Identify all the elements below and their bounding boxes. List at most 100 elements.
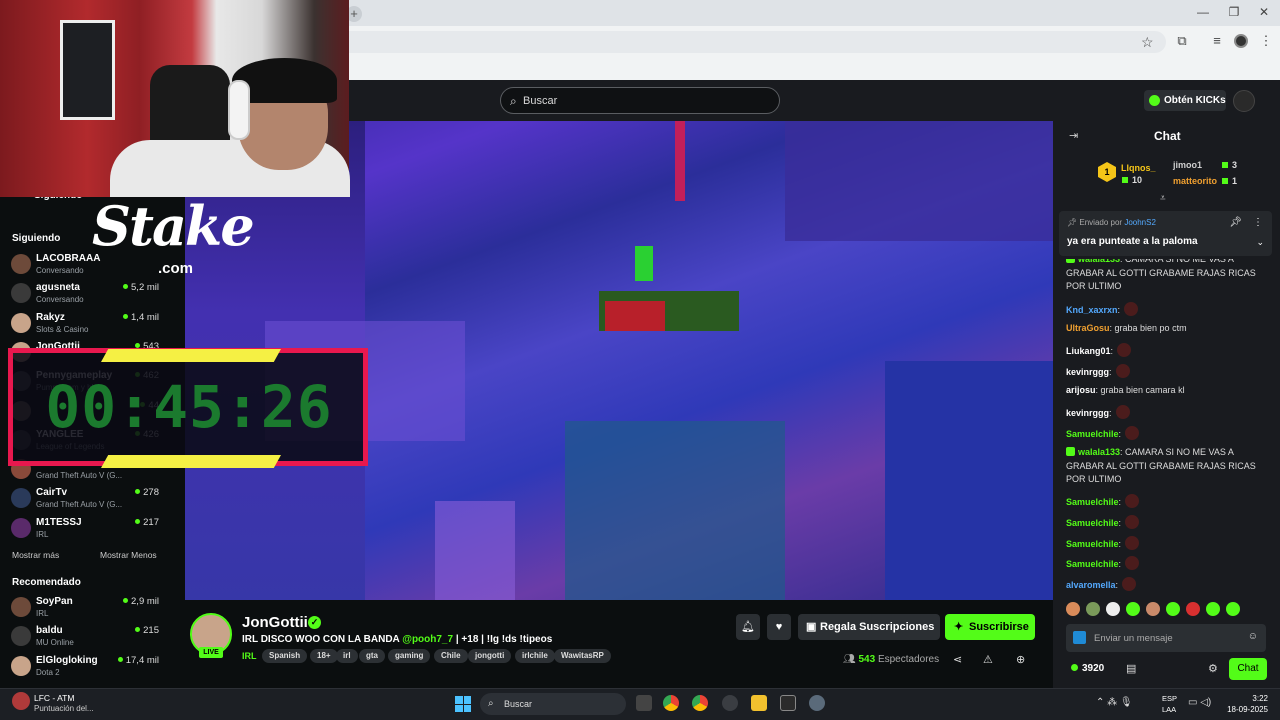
recommended-item[interactable]: baldu MU Online 215 bbox=[0, 622, 167, 651]
streamer-name[interactable]: JonGottii bbox=[242, 614, 308, 631]
search-box[interactable]: ⌕ Buscar bbox=[500, 87, 780, 114]
bookmark-star-icon[interactable]: ☆ bbox=[1141, 34, 1154, 51]
close-window-button[interactable]: ✕ bbox=[1254, 4, 1274, 20]
clock-time[interactable]: 3:22 bbox=[1222, 694, 1268, 703]
chat-username[interactable]: Samuelchile bbox=[1066, 518, 1119, 528]
following-item[interactable]: M1TESSJ IRL 217 bbox=[0, 514, 167, 543]
tray-icons[interactable]: ⌃ ⁂ 🎙︎ bbox=[1096, 697, 1133, 708]
show-less-link[interactable]: Mostrar Menos bbox=[100, 550, 157, 560]
gift-subs-button[interactable]: ▣ Regala Suscripciones bbox=[798, 614, 940, 640]
get-kicks-button[interactable]: Obtén KICKs bbox=[1144, 90, 1226, 111]
stream-tag[interactable]: jongotti bbox=[468, 649, 512, 663]
media-icon[interactable]: ≡ bbox=[1209, 33, 1225, 49]
report-icon[interactable]: ⚠ bbox=[983, 653, 993, 666]
minimize-button[interactable]: — bbox=[1193, 4, 1213, 20]
profile-avatar[interactable] bbox=[1234, 34, 1248, 48]
chat-username[interactable]: Knd_xaxrxn bbox=[1066, 305, 1118, 315]
windows-start-icon[interactable] bbox=[455, 696, 471, 712]
input-layout[interactable]: LAA bbox=[1162, 705, 1176, 714]
network-volume-icon[interactable]: ▭ ◁) bbox=[1188, 697, 1211, 708]
stream-tag[interactable]: irl bbox=[336, 649, 358, 663]
stream-tag[interactable]: Chile bbox=[434, 649, 468, 663]
chat-username[interactable]: kevinrggg bbox=[1066, 408, 1109, 418]
follow-heart-icon[interactable]: ♥ bbox=[767, 614, 791, 640]
emote-icon[interactable] bbox=[1146, 602, 1160, 616]
stream-title-mention[interactable]: @pooh7_7 bbox=[402, 634, 453, 645]
chat-username[interactable]: Samuelchile bbox=[1066, 539, 1119, 549]
task-view-icon[interactable] bbox=[636, 695, 652, 711]
chrome-profile-icon[interactable] bbox=[692, 695, 708, 711]
gifter-name[interactable]: matteorito bbox=[1173, 176, 1217, 186]
epic-games-icon[interactable] bbox=[780, 695, 796, 711]
chat-store-icon[interactable]: ▤ bbox=[1126, 662, 1136, 675]
gifter-name[interactable]: jimoo1 bbox=[1173, 160, 1202, 170]
chat-username[interactable]: kevinrggg bbox=[1066, 367, 1109, 377]
menu-dots-icon[interactable]: ⋮ bbox=[1258, 33, 1274, 49]
show-more-link[interactable]: Mostrar más bbox=[12, 550, 59, 560]
emote-icon[interactable] bbox=[1226, 602, 1240, 616]
video-frame-region bbox=[605, 301, 665, 331]
expand-leaderboard-icon[interactable]: ⩡ bbox=[1160, 193, 1166, 204]
obs-icon[interactable] bbox=[722, 695, 738, 711]
emoji-picker-icon[interactable]: ☺ bbox=[1248, 631, 1258, 642]
add-user-icon[interactable]: ⊕ bbox=[1016, 653, 1025, 666]
chat-username[interactable]: UltraGosu bbox=[1066, 323, 1110, 333]
recommended-item[interactable]: ElGlogloking Dota 2 17,4 mil bbox=[0, 652, 167, 681]
chat-message-input[interactable] bbox=[1094, 630, 1234, 646]
chrome-icon[interactable] bbox=[663, 695, 679, 711]
stream-tag[interactable]: Spanish bbox=[262, 649, 308, 663]
pin-icon[interactable]: 📌︎ bbox=[1229, 217, 1242, 228]
gifter-name[interactable]: Llqnos_ bbox=[1121, 163, 1156, 173]
channel-points[interactable]: 3920 bbox=[1071, 663, 1104, 674]
chat-username[interactable]: alvaromella bbox=[1066, 580, 1116, 590]
chat-settings-gear-icon[interactable]: ⚙ bbox=[1208, 662, 1218, 675]
channel-name: agusneta bbox=[36, 282, 80, 294]
chat-input-box[interactable]: ☺ bbox=[1066, 624, 1266, 652]
maximize-button[interactable]: ❐ bbox=[1224, 4, 1244, 20]
taskbar-search[interactable]: ⌕ Buscar bbox=[480, 693, 626, 715]
more-options-icon[interactable]: ⋮ bbox=[1253, 217, 1263, 228]
following-item[interactable]: CairTv Grand Theft Auto V (G... 278 bbox=[0, 484, 167, 513]
widget-subtitle[interactable]: Puntuación del... bbox=[34, 704, 94, 713]
clock-date[interactable]: 18-09-2025 bbox=[1222, 705, 1268, 714]
channel-name: ElGlogloking bbox=[36, 654, 98, 666]
emote-icon[interactable] bbox=[1066, 602, 1080, 616]
emote-icon[interactable] bbox=[1186, 602, 1200, 616]
chat-username[interactable]: Samuelchile bbox=[1066, 429, 1119, 439]
send-chat-button[interactable]: Chat bbox=[1229, 658, 1267, 680]
stream-tag[interactable]: gta bbox=[359, 649, 385, 663]
stream-tag[interactable]: WawitasRP bbox=[554, 649, 611, 663]
collapse-chat-icon[interactable]: ⇥ bbox=[1069, 129, 1078, 142]
stake-logo-word: Stake bbox=[92, 194, 255, 258]
emote-icon[interactable] bbox=[1086, 602, 1100, 616]
input-language[interactable]: ESP bbox=[1162, 694, 1177, 703]
chat-username[interactable]: Samuelchile bbox=[1066, 497, 1119, 507]
subscribe-button[interactable]: ✦ Suscribirse bbox=[945, 614, 1035, 640]
pinned-by-user[interactable]: JoohnS2 bbox=[1124, 218, 1156, 227]
stream-tag[interactable]: 18+ bbox=[310, 649, 338, 663]
recommended-item[interactable]: SoyPan IRL 2,9 mil bbox=[0, 593, 167, 622]
widget-title[interactable]: LFC - ATM bbox=[34, 693, 74, 703]
share-icon[interactable]: ⋖ bbox=[953, 653, 962, 666]
stream-tag[interactable]: gaming bbox=[388, 649, 431, 663]
settings-gear-icon[interactable] bbox=[809, 695, 825, 711]
user-avatar[interactable] bbox=[1233, 90, 1255, 112]
following-item[interactable]: Rakyz Slots & Casino 1,4 mil bbox=[0, 309, 167, 338]
chevron-down-icon[interactable]: ⌄ bbox=[1256, 237, 1264, 248]
chat-username[interactable]: Liukang01 bbox=[1066, 346, 1111, 356]
stream-category[interactable]: IRL bbox=[242, 651, 257, 661]
stream-tag[interactable]: irlchile bbox=[515, 649, 555, 663]
sidebar-following-heading: Siguiendo bbox=[12, 233, 61, 244]
emote-icon[interactable] bbox=[1106, 602, 1120, 616]
address-bar[interactable] bbox=[300, 31, 1166, 53]
notifications-bell-icon[interactable]: 🔔︎ bbox=[736, 614, 760, 640]
emote-icon[interactable] bbox=[1166, 602, 1180, 616]
chat-username[interactable]: Samuelchile bbox=[1066, 559, 1119, 569]
file-explorer-icon[interactable] bbox=[751, 695, 767, 711]
emote-icon[interactable] bbox=[1206, 602, 1220, 616]
extensions-icon[interactable]: ⧉ bbox=[1174, 33, 1190, 49]
weather-widget-icon[interactable] bbox=[12, 692, 30, 710]
chat-username[interactable]: arijosu bbox=[1066, 385, 1096, 395]
emote-icon[interactable] bbox=[1126, 602, 1140, 616]
chat-username[interactable]: walala133 bbox=[1078, 447, 1120, 457]
